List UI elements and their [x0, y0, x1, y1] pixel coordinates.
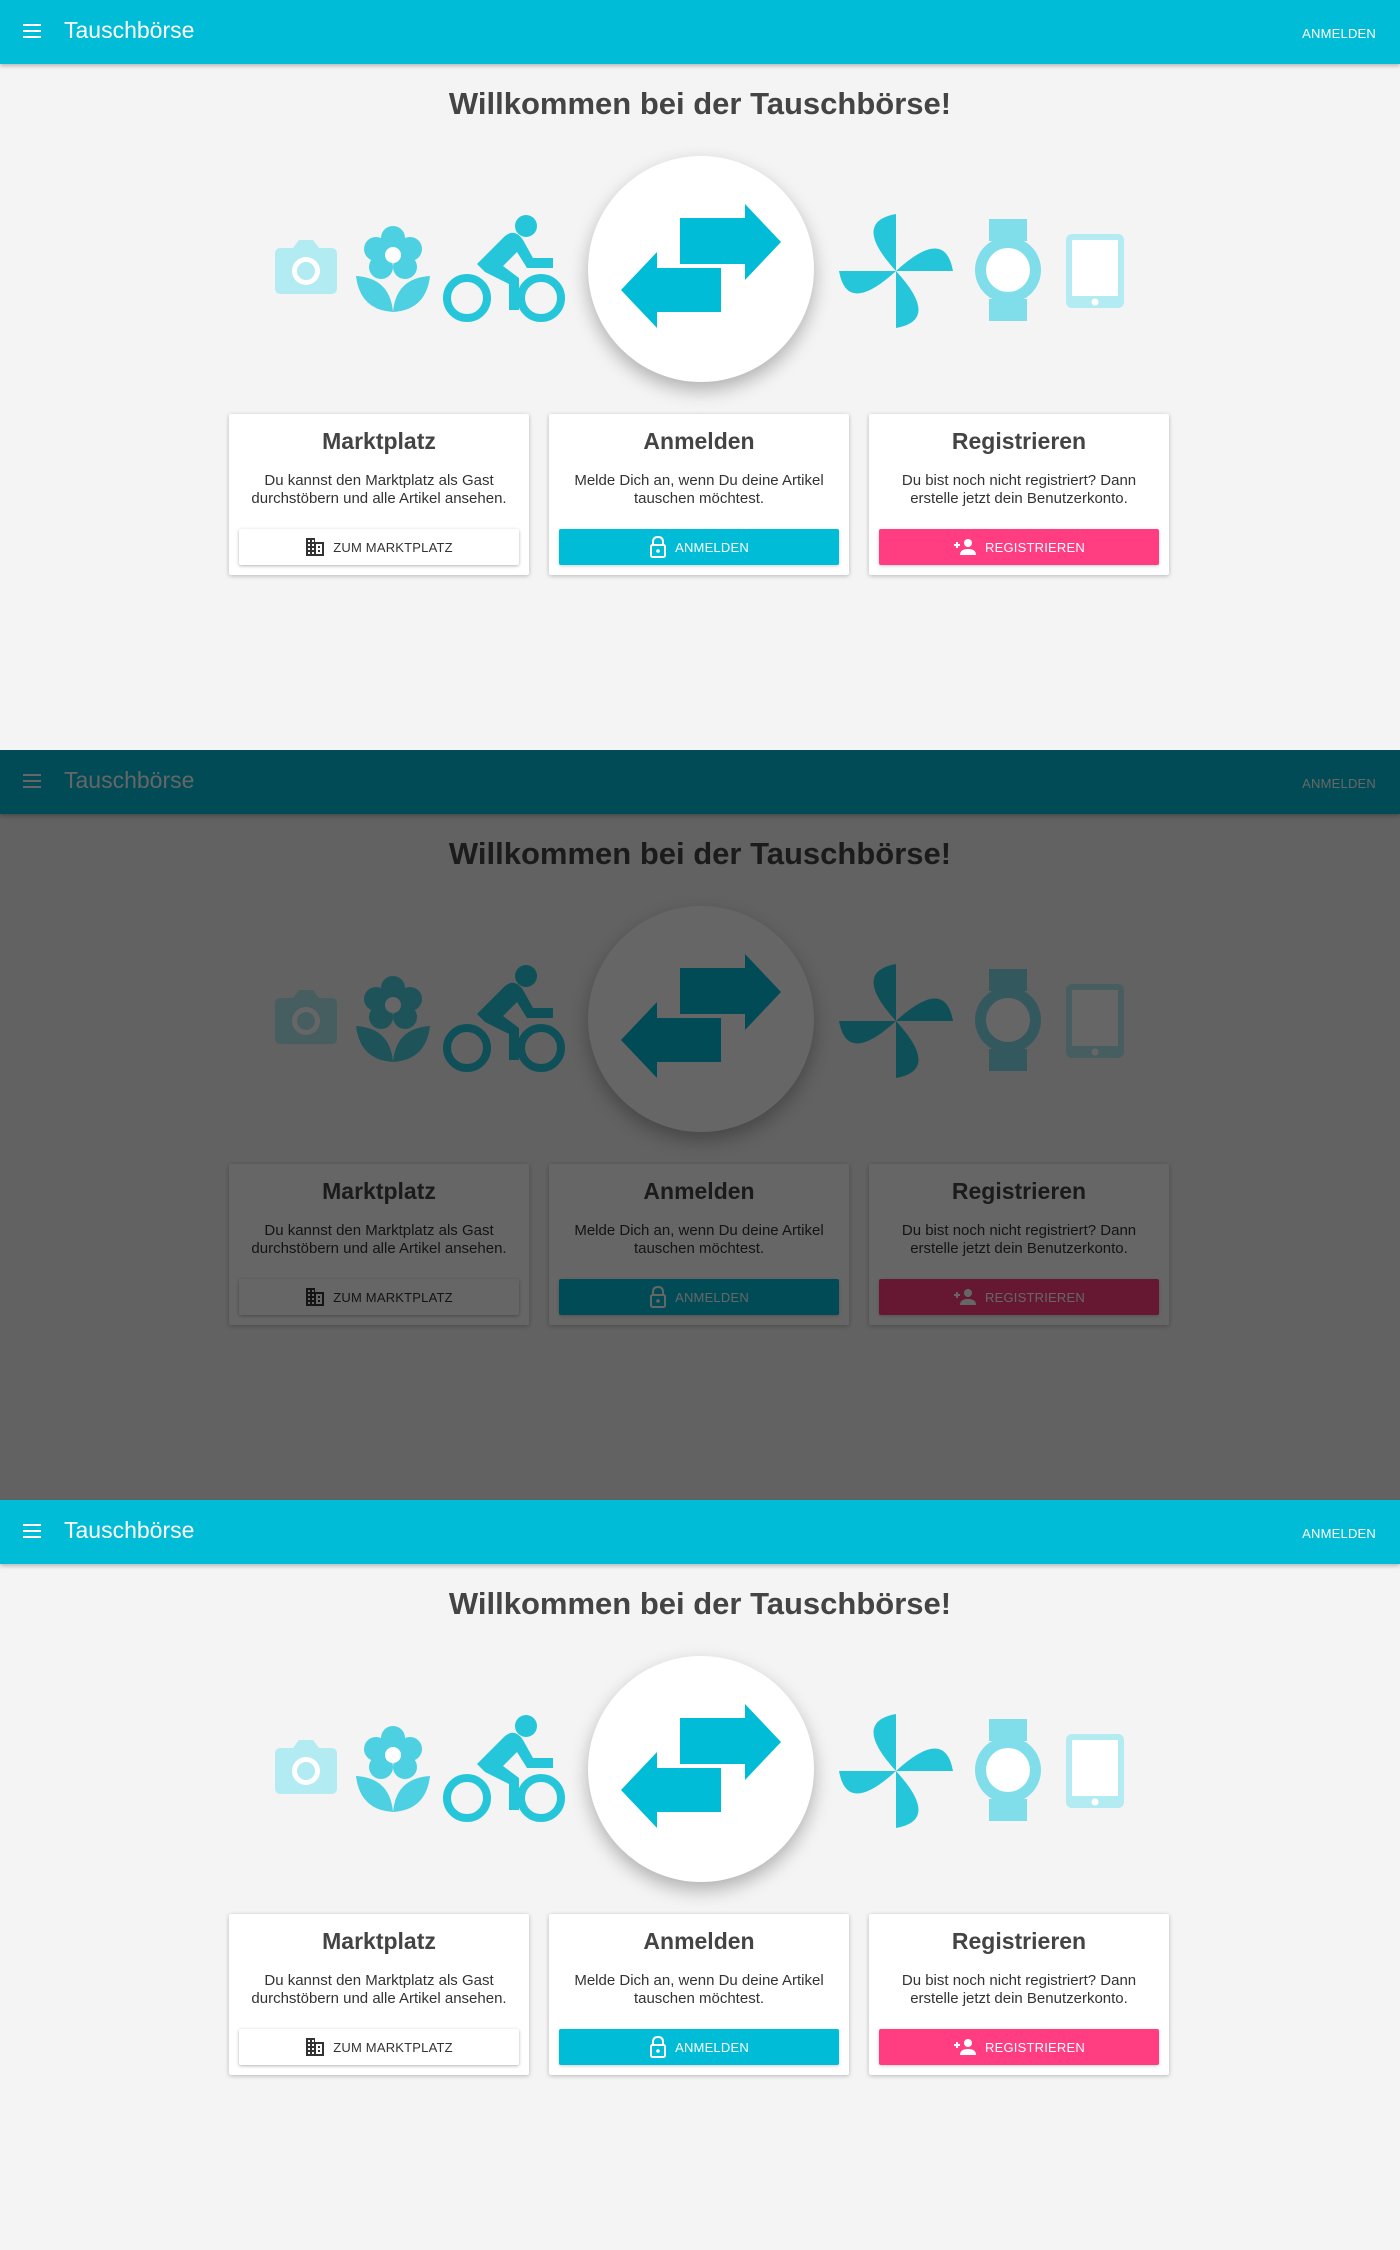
card-text: Du bist noch nicht registriert? Dann ers… — [901, 472, 1137, 507]
swap-circle — [588, 1656, 814, 1882]
lock-icon — [650, 2036, 667, 2058]
card-login: Anmelden Melde Dich an, wenn Du deine Ar… — [549, 414, 849, 575]
login-button[interactable]: ANMELDEN — [559, 2029, 839, 2065]
camera-icon — [275, 240, 337, 294]
card-text: Du kannst den Marktplatz als Gast durchs… — [251, 1972, 507, 2007]
flower-icon — [356, 226, 430, 312]
screen-frame: Tauschbörse ANMELDEN Willkommen bei der … — [0, 1500, 1400, 2250]
menu-icon[interactable] — [23, 1524, 41, 1538]
card-title: Marktplatz — [322, 1928, 436, 1954]
swap-arrows-icon — [621, 1704, 781, 1828]
page-title: Willkommen bei der Tauschbörse! — [448, 86, 952, 121]
bicycle-icon — [443, 1715, 565, 1822]
card-title: Registrieren — [951, 1928, 1087, 1954]
register-button[interactable]: REGISTRIEREN — [879, 529, 1159, 565]
card-marketplace: Marktplatz Du kannst den Marktplatz als … — [229, 1914, 529, 2075]
screen-frame: Tauschbörse ANMELDEN Willkommen bei der … — [0, 0, 1400, 750]
login-button[interactable]: ANMELDEN — [559, 529, 839, 565]
button-label: ZUM MARKTPLATZ — [333, 539, 453, 555]
login-link[interactable]: ANMELDEN — [1302, 1526, 1376, 1541]
card-login: Anmelden Melde Dich an, wenn Du deine Ar… — [549, 1914, 849, 2075]
app-toolbar: Tauschbörse ANMELDEN — [0, 0, 1400, 64]
page-title: Willkommen bei der Tauschbörse! — [448, 1586, 952, 1621]
card-title: Registrieren — [951, 428, 1087, 454]
card-text: Du kannst den Marktplatz als Gast durchs… — [251, 472, 507, 507]
marketplace-button[interactable]: ZUM MARKTPLATZ — [239, 2029, 519, 2065]
button-label: ANMELDEN — [675, 2039, 749, 2055]
flower-icon — [356, 1726, 430, 1812]
swap-circle — [588, 156, 814, 382]
swap-arrows-icon — [621, 204, 781, 328]
button-label: ZUM MARKTPLATZ — [333, 2039, 453, 2055]
button-label: REGISTRIEREN — [985, 539, 1085, 555]
app-title: Tauschbörse — [64, 17, 195, 43]
button-label: ANMELDEN — [675, 539, 749, 555]
building-icon — [306, 538, 325, 556]
card-text: Melde Dich an, wenn Du deine Artikel tau… — [574, 472, 824, 507]
card-title: Anmelden — [643, 1928, 755, 1954]
tablet-icon — [1066, 1734, 1124, 1808]
tablet-icon — [1066, 234, 1124, 308]
pinwheel-icon — [839, 1714, 953, 1828]
card-title: Anmelden — [643, 428, 755, 454]
card-register: Registrieren Du bist noch nicht registri… — [869, 1914, 1169, 2075]
person-add-icon — [954, 539, 977, 555]
card-text: Du bist noch nicht registriert? Dann ers… — [901, 1972, 1137, 2007]
card-marketplace: Marktplatz Du kannst den Marktplatz als … — [229, 414, 529, 575]
watch-icon — [975, 1719, 1041, 1821]
menu-icon[interactable] — [23, 24, 41, 38]
card-register: Registrieren Du bist noch nicht registri… — [869, 414, 1169, 575]
card-text: Melde Dich an, wenn Du deine Artikel tau… — [574, 1972, 824, 2007]
lock-icon — [650, 536, 667, 558]
register-button[interactable]: REGISTRIEREN — [879, 2029, 1159, 2065]
camera-icon — [275, 1740, 337, 1794]
modal-overlay[interactable] — [0, 750, 1400, 1500]
person-add-icon — [954, 2039, 977, 2055]
marketplace-button[interactable]: ZUM MARKTPLATZ — [239, 529, 519, 565]
building-icon — [306, 2038, 325, 2056]
app-toolbar: Tauschbörse ANMELDEN — [0, 1500, 1400, 1564]
button-label: REGISTRIEREN — [985, 2039, 1085, 2055]
screen-frame: Tauschbörse ANMELDEN Willkommen bei der … — [0, 750, 1400, 1500]
watch-icon — [975, 219, 1041, 321]
login-link[interactable]: ANMELDEN — [1302, 26, 1376, 41]
bicycle-icon — [443, 215, 565, 322]
card-title: Marktplatz — [322, 428, 436, 454]
app-title: Tauschbörse — [64, 1517, 195, 1543]
pinwheel-icon — [839, 214, 953, 328]
